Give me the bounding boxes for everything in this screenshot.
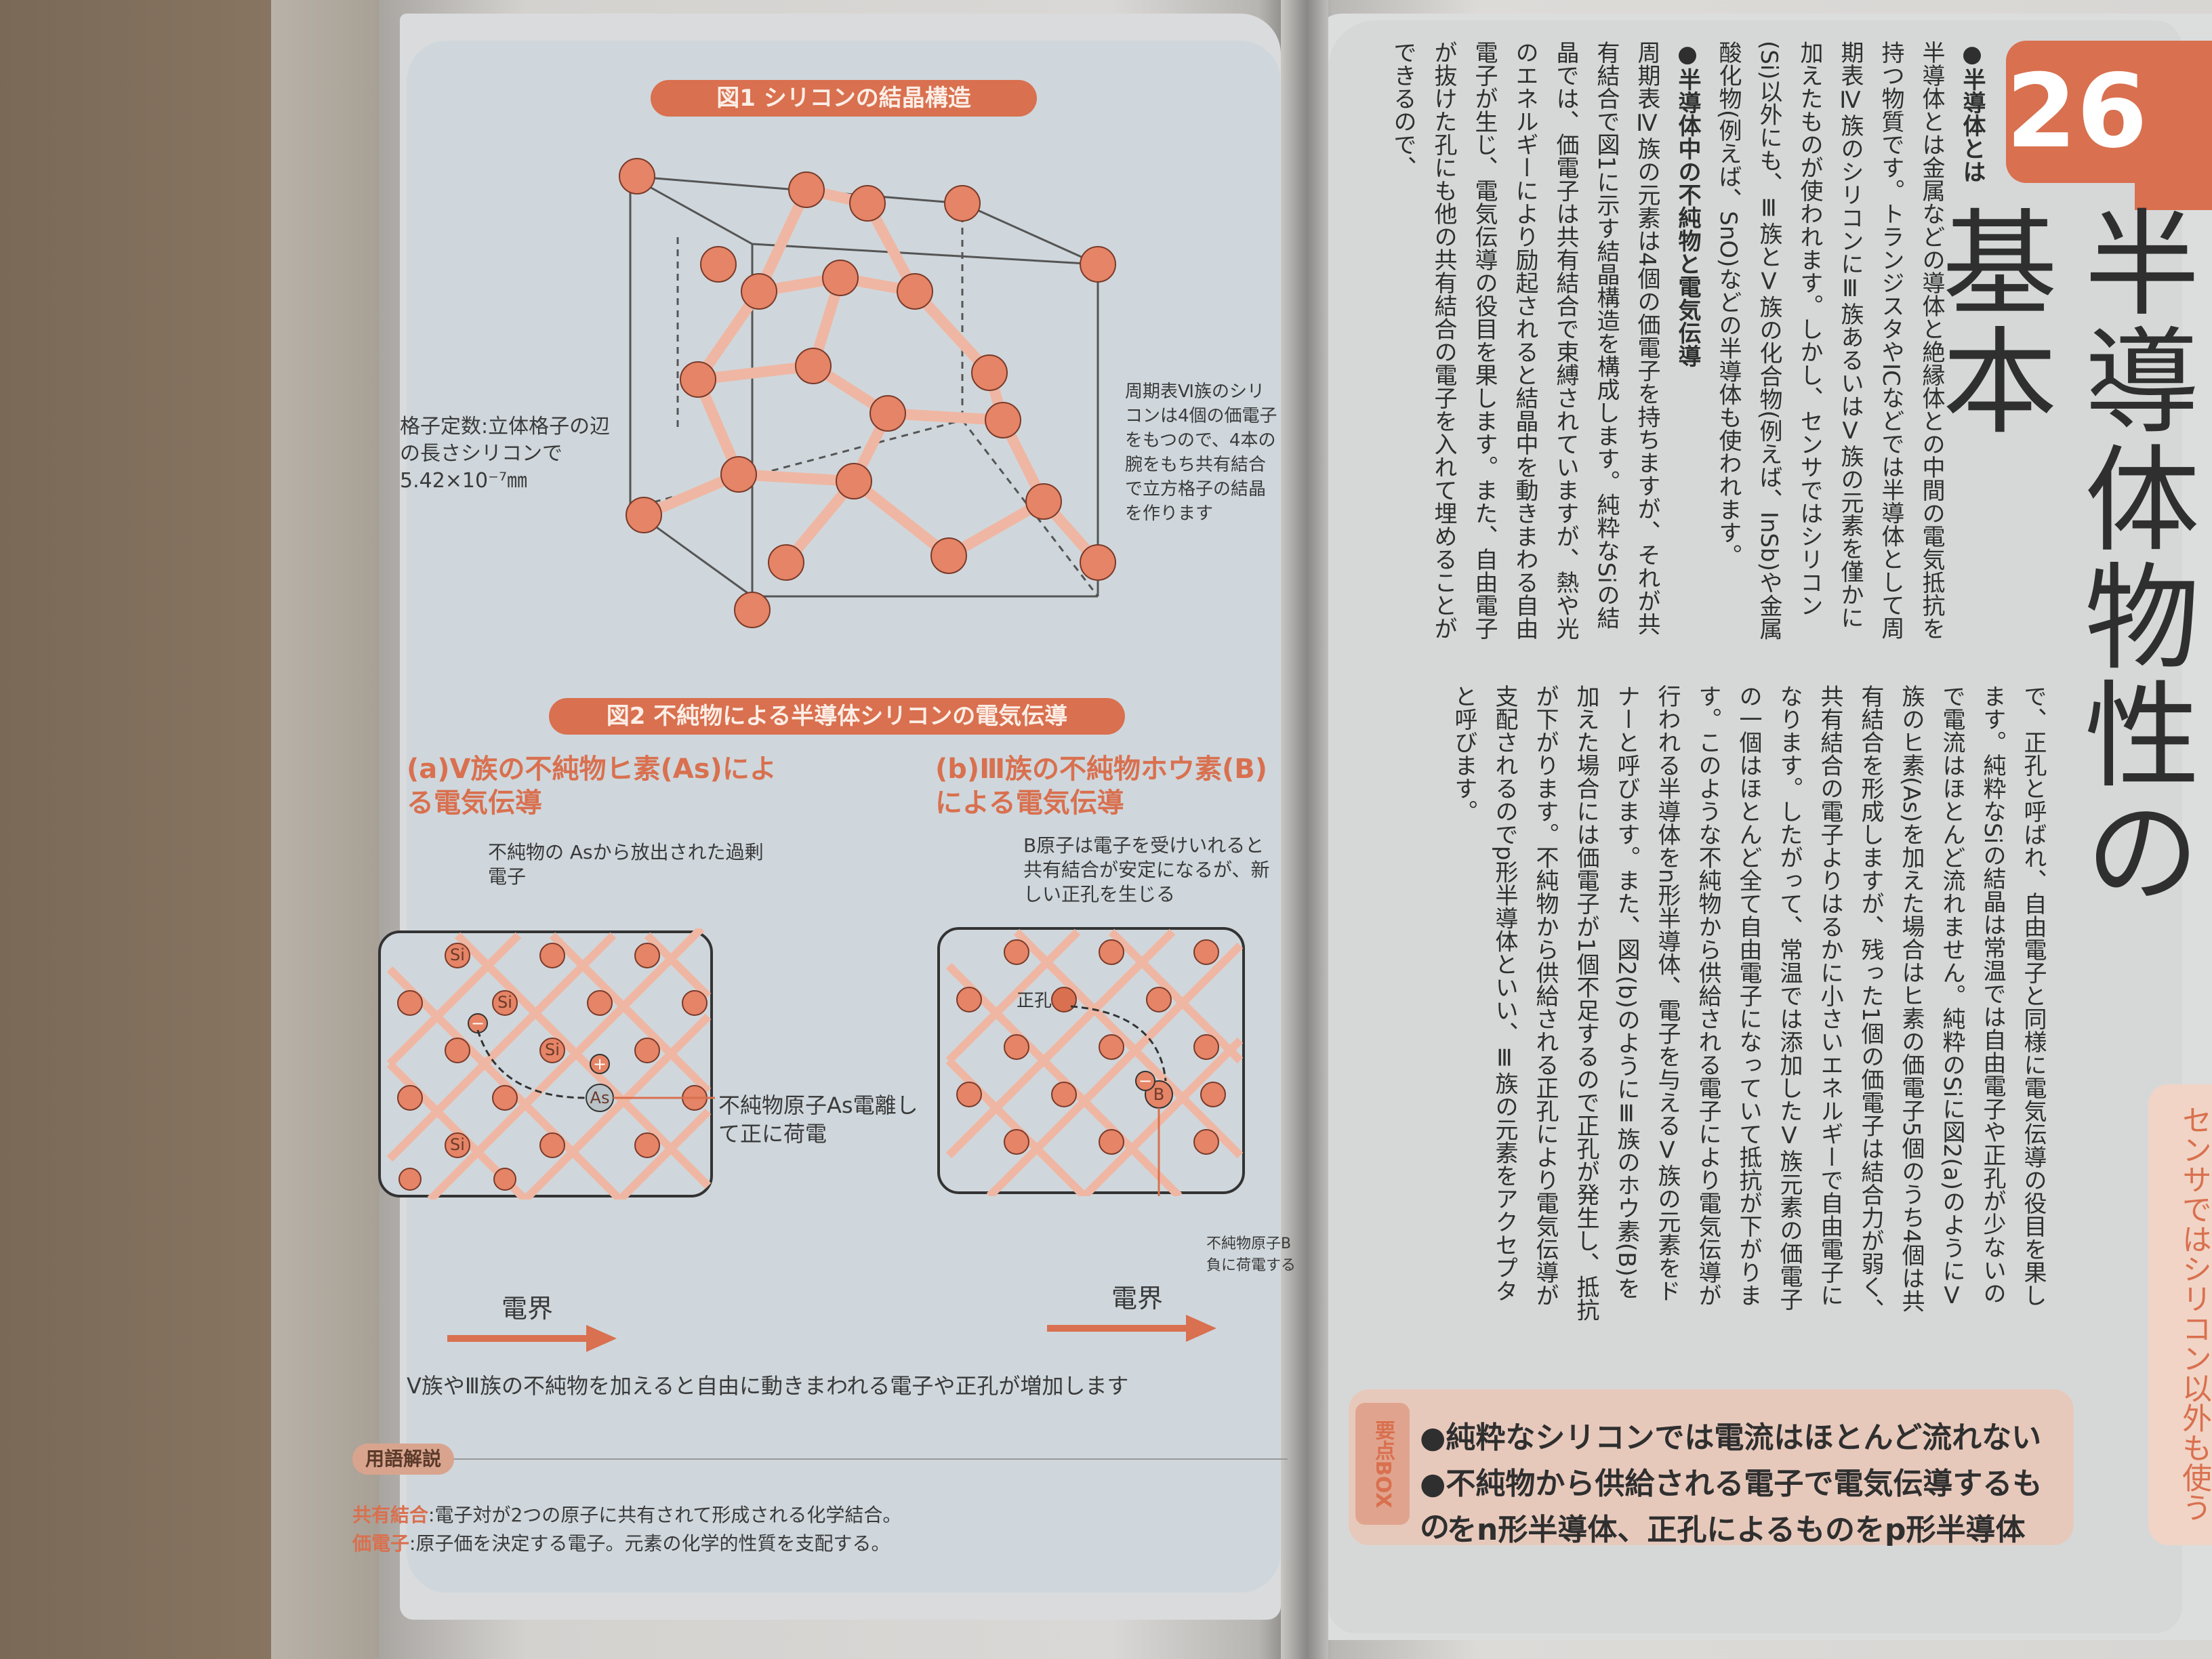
key-point-continued: をn形半導体、正孔によるものをp形半導体 [1447,1513,2026,1547]
book-gutter [1281,0,1328,1659]
si-atom [985,402,1021,438]
si-atom [869,395,906,432]
glossary-covalent-bond: 共有結合:電子対が2つの原子に共有されて形成される化学結合。 [352,1502,1274,1529]
glossary-tag: 用語解説 [352,1443,454,1475]
glossary-definition: :原子価を決定する電子。元素の化学的性質を支配する。 [409,1532,890,1555]
atoms [619,158,1116,628]
arsenic-atom-label: As [590,1088,610,1107]
si-atom [788,171,825,208]
si-atom [836,463,872,499]
arrow-right-icon [447,1325,617,1352]
si-label: Si [450,945,465,964]
ion-plus: + [593,1054,607,1073]
hole-label: 正孔 [1017,991,1052,1011]
subhead-boron: (b)Ⅲ族の不純物ホウ素(B)による電気伝導 [935,754,1268,819]
boron-atom-label: B [1153,1085,1164,1104]
si-atom [930,537,967,574]
si-atom [971,354,1008,391]
si-atom [849,185,886,222]
electric-field-label-b: 電界 [1111,1284,1164,1313]
excess-electron-note: 不純物の Asから放出された過剰電子 [488,841,764,888]
si-label: Si [545,1040,560,1059]
chapter-number: 26 [2006,53,2148,171]
silicon-bond-caption: 周期表Ⅵ族のシリコンは4個の価電子をもつので、4本の腕をもち共有結合で立方格子の… [1125,382,1277,524]
si-atom [741,273,777,310]
si-atom [1080,246,1116,283]
subhead-arsenic: (a)Ⅴ族の不純物ヒ素(As)による電気伝導 [407,754,777,819]
glossary-divider [454,1458,1288,1460]
figure2-title: 図2 不純物による半導体シリコンの電気伝導 [549,698,1125,735]
si-label: Si [497,993,512,1012]
glossary-term: 価電子 [352,1532,410,1555]
si-atom [619,158,655,194]
section-body: 周期表Ⅳ族の元素は4個の価電子を持ちますが、それが共有結合で図1に示す結晶構造を… [1389,41,1660,640]
si-atom [720,456,757,493]
si-atom [795,348,832,384]
si-atom [1025,483,1062,520]
si-atom [1080,544,1116,581]
figure1-title: 図1 シリコンの結晶構造 [651,80,1037,117]
silicon-crystal-diagram [619,158,1116,628]
side-tab-text: センサではシリコン以外も使う [2177,1105,2211,1522]
electron-minus: − [471,1014,485,1033]
lattice-constant-caption: 格子定数:立体格子の辺の長さシリコンで5.42×10⁻⁷㎜ [400,415,611,493]
key-points-tag: 要点BOX [1355,1403,1410,1525]
si-label: Si [450,1135,465,1154]
si-atom [680,361,716,398]
glossary-term: 共有結合 [352,1504,429,1526]
key-point: ●純粋なシリコンでは電流はほとんど流れない [1420,1420,2042,1455]
chapter-title: 半導体物性の基本 [1922,203,2198,911]
boron-ion-note: 不純物原子B負に荷電する [1206,1235,1296,1274]
figure2-summary: Ⅴ族やⅢ族の不純物を加えると自由に動きまわれる電子や正孔が増加します [407,1373,1129,1399]
electric-field-label-a: 電界 [501,1294,554,1324]
boron-hole-note: B原子は電子を受けいれると共有結合が安定になるが、新しい正孔を生じる [1023,834,1270,905]
si-atom [626,497,662,533]
boron-minus: − [1139,1071,1152,1090]
si-atom [734,592,771,628]
section-heading: ●半導体とは [1959,41,1986,183]
si-atom [822,260,859,296]
si-atom [700,246,737,283]
si-atom [944,185,981,222]
arsenic-ion-note: 不純物原子As電離して正に荷電 [718,1092,918,1147]
section-body: で、正孔と呼ばれ、自由電子と同様に電気伝導の役目を果します。純粋なSiの結晶は常… [1450,684,2047,1322]
si-atom [897,273,933,310]
glossary-definition: :電子対が2つの原子に共有されて形成される化学結合。 [428,1504,902,1526]
section-heading: ●半導体中の不純物と電気伝導 [1674,41,1701,367]
side-tab: センサではシリコン以外も使う [2148,1084,2212,1545]
section-body: 半導体とは金属などの導体と絶縁体との中間の電気抵抗を持つ物質です。トランジスタや… [1715,41,1945,640]
glossary-valence-electron: 価電子:原子価を決定する電子。元素の化学的性質を支配する。 [352,1530,1274,1557]
text-column-bottom: で、正孔と呼ばれ、自由電子と同様に電気伝導の役目を果します。純粋なSiの結晶は常… [1342,684,2053,1322]
si-atom [768,544,804,581]
lattice-arsenic: As Si Si Si Si − + [378,928,715,1200]
chapter-number-badge: 26 [2006,41,2148,183]
arrow-right-icon [1047,1315,1216,1342]
text-column-top: ●半導体とは 半導体とは金属などの導体と絶縁体との中間の電気抵抗を持つ物質です。… [1342,41,1992,651]
lattice-boron: B − 正孔 [937,927,1245,1196]
